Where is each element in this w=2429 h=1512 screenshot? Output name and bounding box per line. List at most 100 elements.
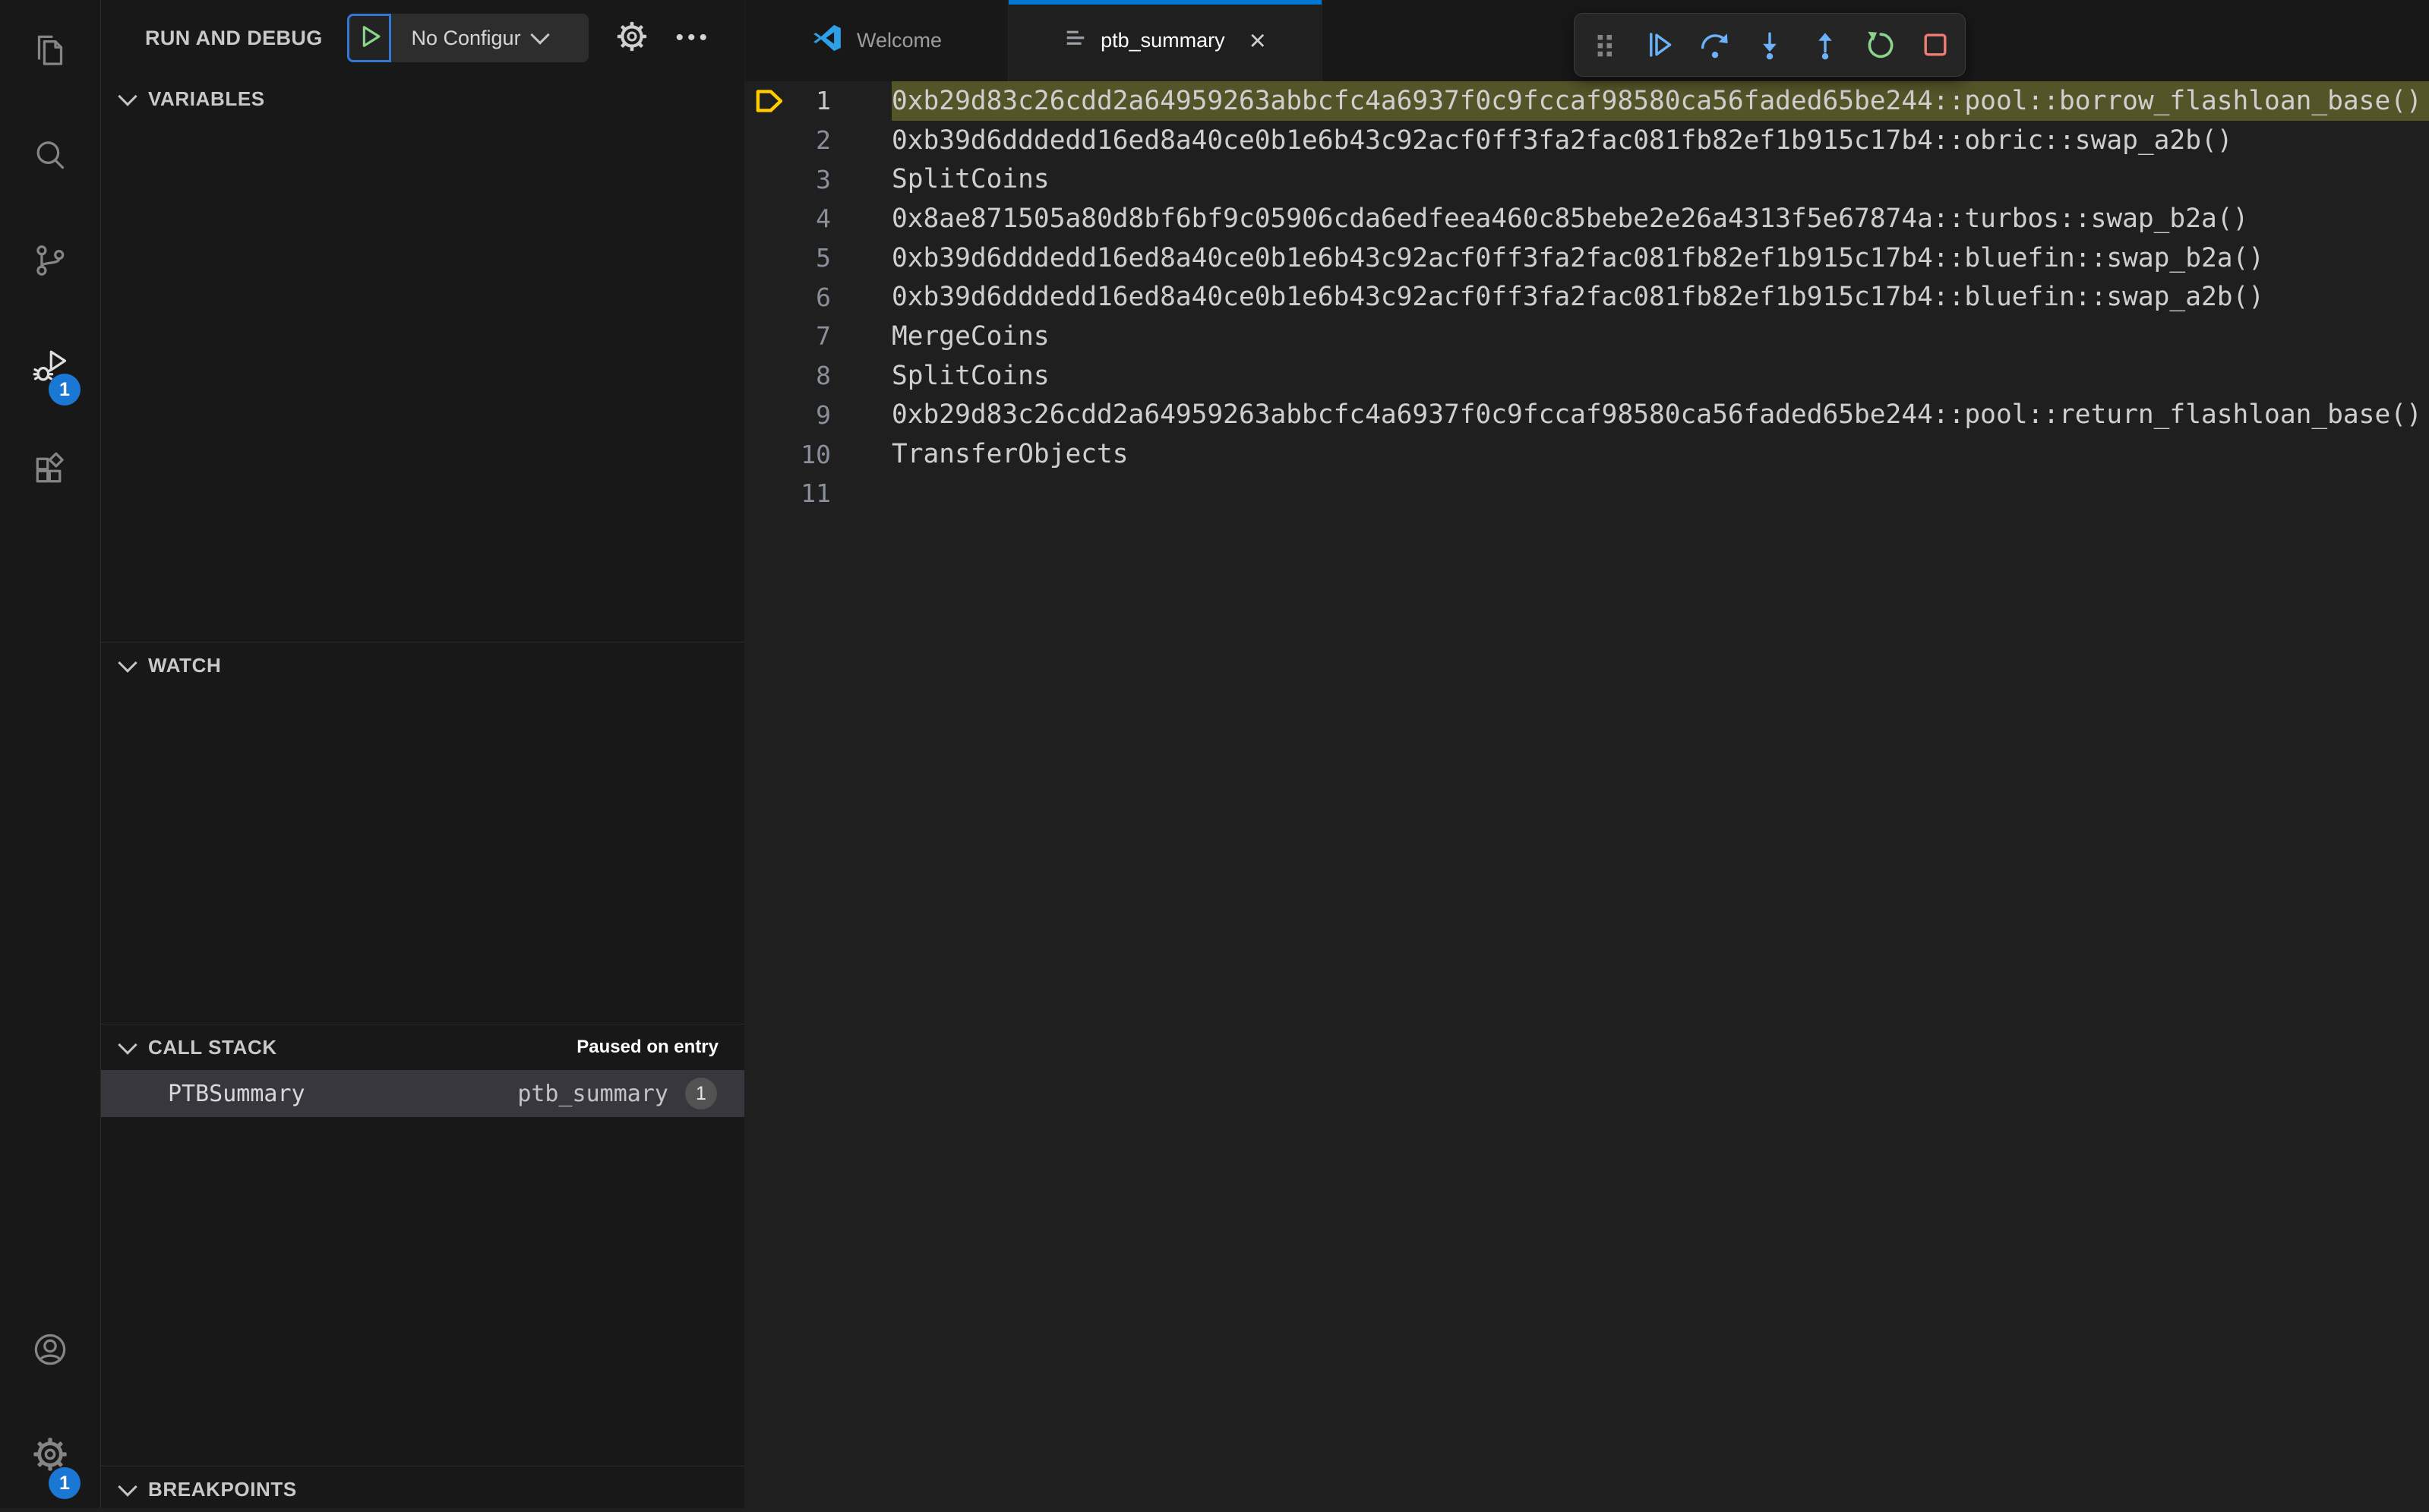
chevron-down-icon	[118, 652, 137, 673]
debug-configuration-label: No Configur	[411, 26, 521, 49]
stack-frame-source: ptb_summary	[517, 1080, 668, 1107]
paused-status-label: Paused on entry	[576, 1037, 719, 1057]
line-text	[892, 474, 2429, 513]
line-number: 9	[816, 399, 831, 430]
step-into-icon	[1763, 32, 1777, 60]
stop-icon	[1923, 33, 1947, 56]
vscode-window: { "activity_bar": { "items": [ {"name": …	[0, 0, 2429, 1508]
code-line[interactable]: 9 0xb29d83c26cdd2a64959263abbcfc4a6937f0…	[745, 396, 2429, 435]
line-text: 0xb39d6dddedd16ed8a40ce0b1e6b43c92acf0ff…	[892, 125, 2233, 156]
line-number: 7	[816, 321, 831, 352]
step-out-icon	[1818, 33, 1832, 60]
code-line[interactable]: 4 0x8ae871505a80d8bf6bf9c05906cda6edfeea…	[745, 199, 2429, 238]
line-text: TransferObjects	[892, 439, 1129, 470]
editor-area: Welcome ptb_summary × 1 0xb29d83c26cdd2a…	[745, 0, 2429, 1508]
activity-item-explorer[interactable]	[0, 0, 100, 105]
step-into-button[interactable]	[1745, 20, 1795, 70]
debug-count-badge: 1	[49, 374, 81, 406]
call-stack-pane-label: CALL STACK	[148, 1035, 277, 1059]
watch-pane-label: WATCH	[148, 653, 222, 677]
sidebar-controls: No Configur •••	[347, 0, 711, 76]
play-icon	[353, 21, 385, 56]
variables-pane-header[interactable]: VARIABLES	[101, 76, 744, 122]
line-number: 5	[816, 243, 831, 273]
line-text: 0x8ae871505a80d8bf6bf9c05906cda6edfeea46…	[892, 203, 2249, 234]
activity-item-settings[interactable]: 1	[0, 1403, 100, 1508]
line-number: 2	[816, 125, 831, 156]
line-number: 6	[816, 282, 831, 312]
tab-ptb-summary[interactable]: ptb_summary ×	[1009, 0, 1322, 81]
variables-pane: VARIABLES	[101, 76, 744, 642]
source-control-icon	[30, 241, 70, 284]
line-text: 0xb29d83c26cdd2a64959263abbcfc4a6937f0c9…	[892, 81, 2429, 121]
line-number: 8	[816, 361, 831, 391]
activity-item-accounts[interactable]	[0, 1299, 100, 1403]
debug-configuration-dropdown[interactable]: No Configur	[391, 14, 589, 62]
activity-bar: 1 1	[0, 0, 101, 1508]
line-number: 3	[816, 164, 831, 194]
step-out-button[interactable]	[1800, 20, 1850, 70]
activity-item-source-control[interactable]	[0, 210, 100, 314]
code-line[interactable]: 7 MergeCoins	[745, 317, 2429, 356]
more-actions-icon[interactable]: •••	[675, 27, 711, 49]
search-icon	[30, 136, 70, 179]
line-text: 0xb29d83c26cdd2a64959263abbcfc4a6937f0c9…	[892, 399, 2422, 431]
stack-frame-badge: 1	[685, 1078, 717, 1110]
breakpoints-pane-header[interactable]: BREAKPOINTS	[101, 1466, 744, 1512]
sidebar-titlebar: RUN AND DEBUG No Configur •••	[101, 0, 744, 76]
restart-icon	[1868, 31, 1894, 58]
line-number: 1	[816, 86, 831, 116]
line-number: 10	[801, 439, 831, 469]
file-lines-icon	[1064, 27, 1087, 55]
settings-badge: 1	[49, 1467, 81, 1499]
code-editor[interactable]: 1 0xb29d83c26cdd2a64959263abbcfc4a6937f0…	[745, 81, 2429, 513]
activity-bar-spacer	[0, 524, 100, 1299]
variables-pane-label: VARIABLES	[148, 87, 265, 110]
stop-button[interactable]	[1910, 20, 1960, 70]
tab-welcome[interactable]: Welcome	[745, 0, 1009, 81]
close-icon[interactable]: ×	[1249, 27, 1266, 55]
code-line[interactable]: 8 SplitCoins	[745, 356, 2429, 396]
restart-button[interactable]	[1855, 20, 1905, 70]
call-stack-pane-header[interactable]: CALL STACK Paused on entry	[101, 1024, 744, 1070]
stack-frame-meta: ptb_summary 1	[517, 1078, 717, 1110]
code-line[interactable]: 10 TransferObjects	[745, 434, 2429, 474]
activity-item-run-and-debug[interactable]: 1	[0, 314, 100, 419]
sidebar-title: RUN AND DEBUG	[145, 26, 323, 49]
tab-welcome-label: Welcome	[856, 29, 943, 52]
call-stack-frame-row[interactable]: PTBSummary ptb_summary 1	[101, 1070, 744, 1117]
gripper-icon	[1597, 34, 1612, 57]
code-line[interactable]: 6 0xb39d6dddedd16ed8a40ce0b1e6b43c92acf0…	[745, 277, 2429, 317]
line-text: SplitCoins	[892, 360, 1050, 391]
continue-button[interactable]	[1635, 20, 1685, 70]
code-line[interactable]: 1 0xb29d83c26cdd2a64959263abbcfc4a6937f0…	[745, 81, 2429, 121]
code-line[interactable]: 2 0xb39d6dddedd16ed8a40ce0b1e6b43c92acf0…	[745, 121, 2429, 160]
debug-settings-button[interactable]	[614, 19, 649, 58]
code-line[interactable]: 5 0xb39d6dddedd16ed8a40ce0b1e6b43c92acf0…	[745, 238, 2429, 278]
breakpoints-pane: BREAKPOINTS	[101, 1466, 744, 1508]
account-icon	[30, 1330, 70, 1373]
vscode-logo-icon	[811, 22, 843, 59]
line-text: MergeCoins	[892, 320, 1050, 352]
code-line[interactable]: 3 SplitCoins	[745, 159, 2429, 199]
chevron-down-icon	[118, 1476, 137, 1497]
chevron-down-icon	[118, 1034, 137, 1055]
line-text: SplitCoins	[892, 164, 1050, 195]
start-debugging-button[interactable]	[347, 14, 392, 62]
code-line[interactable]: 11	[745, 474, 2429, 513]
chevron-down-icon	[118, 86, 137, 106]
toolbar-gripper[interactable]	[1580, 20, 1630, 70]
line-number: 4	[816, 204, 831, 234]
activity-item-extensions[interactable]	[0, 419, 100, 524]
activity-item-search[interactable]	[0, 105, 100, 210]
watch-pane-header[interactable]: WATCH	[101, 642, 744, 688]
tab-ptb-summary-label: ptb_summary	[1101, 29, 1225, 52]
step-over-button[interactable]	[1690, 20, 1740, 70]
chevron-down-icon	[529, 25, 550, 45]
breakpoints-pane-label: BREAKPOINTS	[148, 1477, 297, 1501]
debug-current-line-arrow-icon	[745, 84, 795, 118]
stack-frame-name: PTBSummary	[168, 1080, 305, 1107]
launch-group: No Configur	[347, 14, 589, 62]
run-and-debug-sidebar: RUN AND DEBUG No Configur ••• VARIABLES …	[101, 0, 744, 1508]
extensions-icon	[30, 450, 70, 494]
